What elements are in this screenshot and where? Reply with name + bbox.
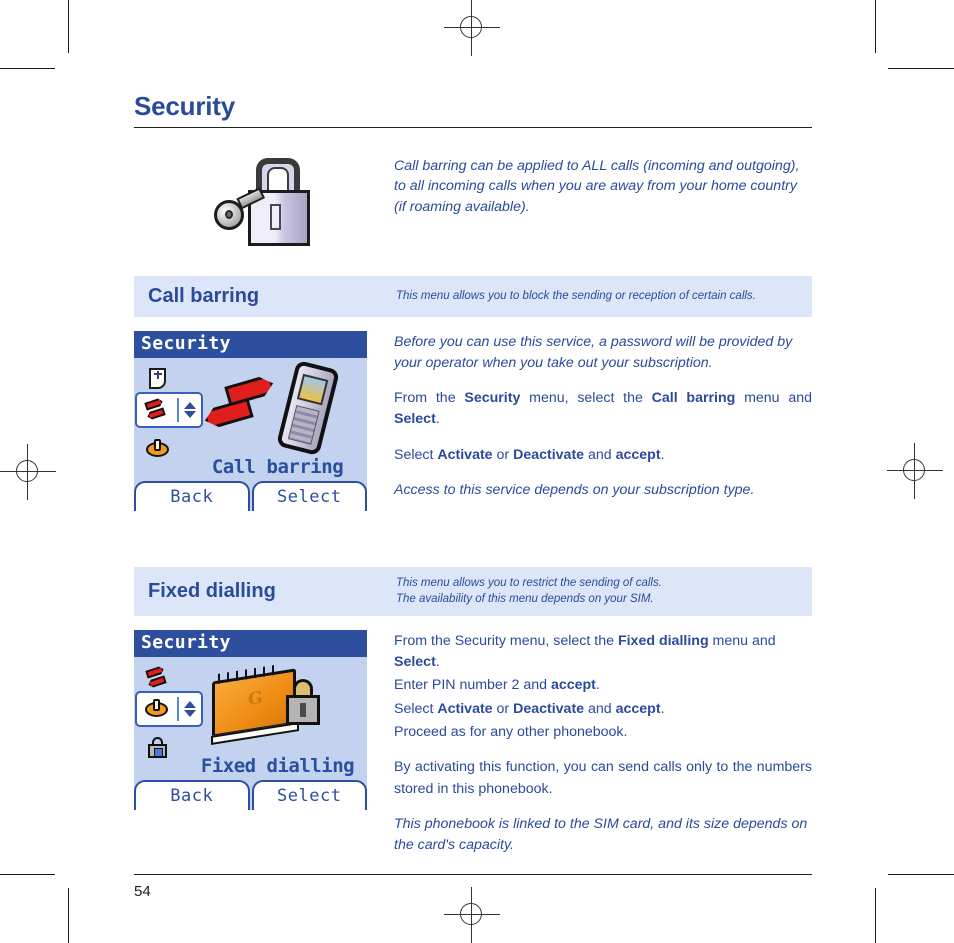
crop-mark-bottom-left-vertical <box>68 888 69 943</box>
padlock-icon <box>145 736 171 760</box>
title-divider <box>134 126 812 128</box>
red-arrows-icon <box>144 398 170 422</box>
orange-disc-icon <box>144 697 170 721</box>
phone-titlebar: Security <box>134 629 367 657</box>
phone-titlebar: Security <box>134 330 367 358</box>
section-text-fixed-dialling: From the Security menu, select the Fixed… <box>394 630 812 857</box>
section-header-call-barring: Call barring This menu allows you to blo… <box>134 275 812 317</box>
phone-softkey-bar: Back Select <box>134 777 367 810</box>
rail-item-selected-fixed-dialling[interactable] <box>135 690 203 727</box>
paragraph: From the Security menu, select the Fixed… <box>394 632 776 671</box>
phone-screenshot-cell-call-barring: Security Call barring Back Select <box>134 330 394 511</box>
document-page: Security Call barring can be applied to … <box>0 0 954 943</box>
section-text-call-barring: Before you can use this service, a passw… <box>394 331 812 516</box>
mobile-handset-icon <box>276 359 340 456</box>
phone-caption: Call barring <box>211 455 344 478</box>
rail-item-padlock[interactable] <box>138 731 178 765</box>
phone-titlebar-label: Security <box>141 632 231 654</box>
page-number: 54 <box>134 883 151 901</box>
softkey-back[interactable]: Back <box>134 480 250 511</box>
intro-block: Call barring can be applied to ALL calls… <box>134 154 812 250</box>
paragraph: By activating this function, you can sen… <box>394 759 812 797</box>
crop-mark-bottom-right-horizontal <box>888 874 954 875</box>
registration-mark-top <box>444 0 500 56</box>
paragraph: From the Security menu, select the Call … <box>394 390 813 428</box>
rail-item-arrows[interactable] <box>138 661 178 695</box>
rail-item-orange[interactable] <box>138 432 178 466</box>
page-title: Security <box>134 91 236 121</box>
phonebook-padlock-illustration: G <box>211 663 342 753</box>
phone-titlebar-label: Security <box>141 333 231 355</box>
illustration-phonebook-padlock: G <box>194 659 364 759</box>
illustration-red-arrows-handset <box>194 359 364 460</box>
phone-screen: G Fixed dialling Back Select <box>134 657 367 810</box>
footer-divider <box>134 874 812 876</box>
paragraph: Select Activate or Deactivate and accept… <box>394 446 665 463</box>
softkey-select[interactable]: Select <box>251 480 367 511</box>
red-arrows-illustration <box>204 378 280 436</box>
paragraph: Select Activate or Deactivate and accept… <box>394 700 665 717</box>
intro-icon-cell <box>134 154 394 250</box>
section-header-fixed-dialling: Fixed dialling This menu allows you to r… <box>134 567 812 616</box>
phone-screenshot-cell-fixed-dialling: Security G Fixed dialling Back Select <box>134 629 394 810</box>
section-note: This menu allows you to restrict the sen… <box>396 577 662 605</box>
softkey-select[interactable]: Select <box>251 779 367 810</box>
rail-item-page[interactable] <box>138 362 178 396</box>
phone-screenshot-fixed-dialling: Security G Fixed dialling Back Select <box>134 629 367 810</box>
crop-mark-top-right-vertical <box>875 0 876 53</box>
crop-mark-top-left-vertical <box>68 0 69 53</box>
rail-item-selected-call-barring[interactable] <box>135 391 203 428</box>
softkey-back[interactable]: Back <box>134 779 250 810</box>
content-column: Security Call barring can be applied to … <box>134 92 812 900</box>
key-padlock-icon <box>212 157 316 250</box>
phone-softkey-bar: Back Select <box>134 478 367 511</box>
section-title: Fixed dialling <box>148 580 276 603</box>
section-title: Call barring <box>148 284 260 307</box>
crop-mark-bottom-right-vertical <box>875 888 876 943</box>
red-arrows-icon <box>145 666 171 690</box>
registration-mark-left <box>0 444 56 500</box>
crop-mark-top-right-horizontal <box>888 68 954 69</box>
registration-mark-right <box>887 443 943 499</box>
crop-mark-top-left-horizontal <box>0 68 55 69</box>
orange-disc-icon <box>145 437 171 461</box>
section-body-fixed-dialling: Security G Fixed dialling Back Select Fr… <box>134 629 812 857</box>
paragraph: Enter PIN number 2 and accept. <box>394 677 600 694</box>
paragraph: Access to this service depends on your s… <box>394 482 755 499</box>
intro-text: Call barring can be applied to ALL calls… <box>394 157 800 216</box>
paragraph: This phonebook is linked to the SIM card… <box>394 815 808 854</box>
page-icon <box>145 367 171 391</box>
crop-mark-bottom-left-horizontal <box>0 874 55 875</box>
paragraph: Proceed as for any other phonebook. <box>394 723 628 740</box>
section-body-call-barring: Security Call barring Back Select Before… <box>134 330 812 516</box>
phone-screenshot-call-barring: Security Call barring Back Select <box>134 330 367 511</box>
phone-screen: Call barring Back Select <box>134 358 367 511</box>
paragraph: Before you can use this service, a passw… <box>394 333 793 371</box>
section-note: This menu allows you to block the sendin… <box>396 289 756 302</box>
phone-caption: Fixed dialling <box>200 754 355 777</box>
